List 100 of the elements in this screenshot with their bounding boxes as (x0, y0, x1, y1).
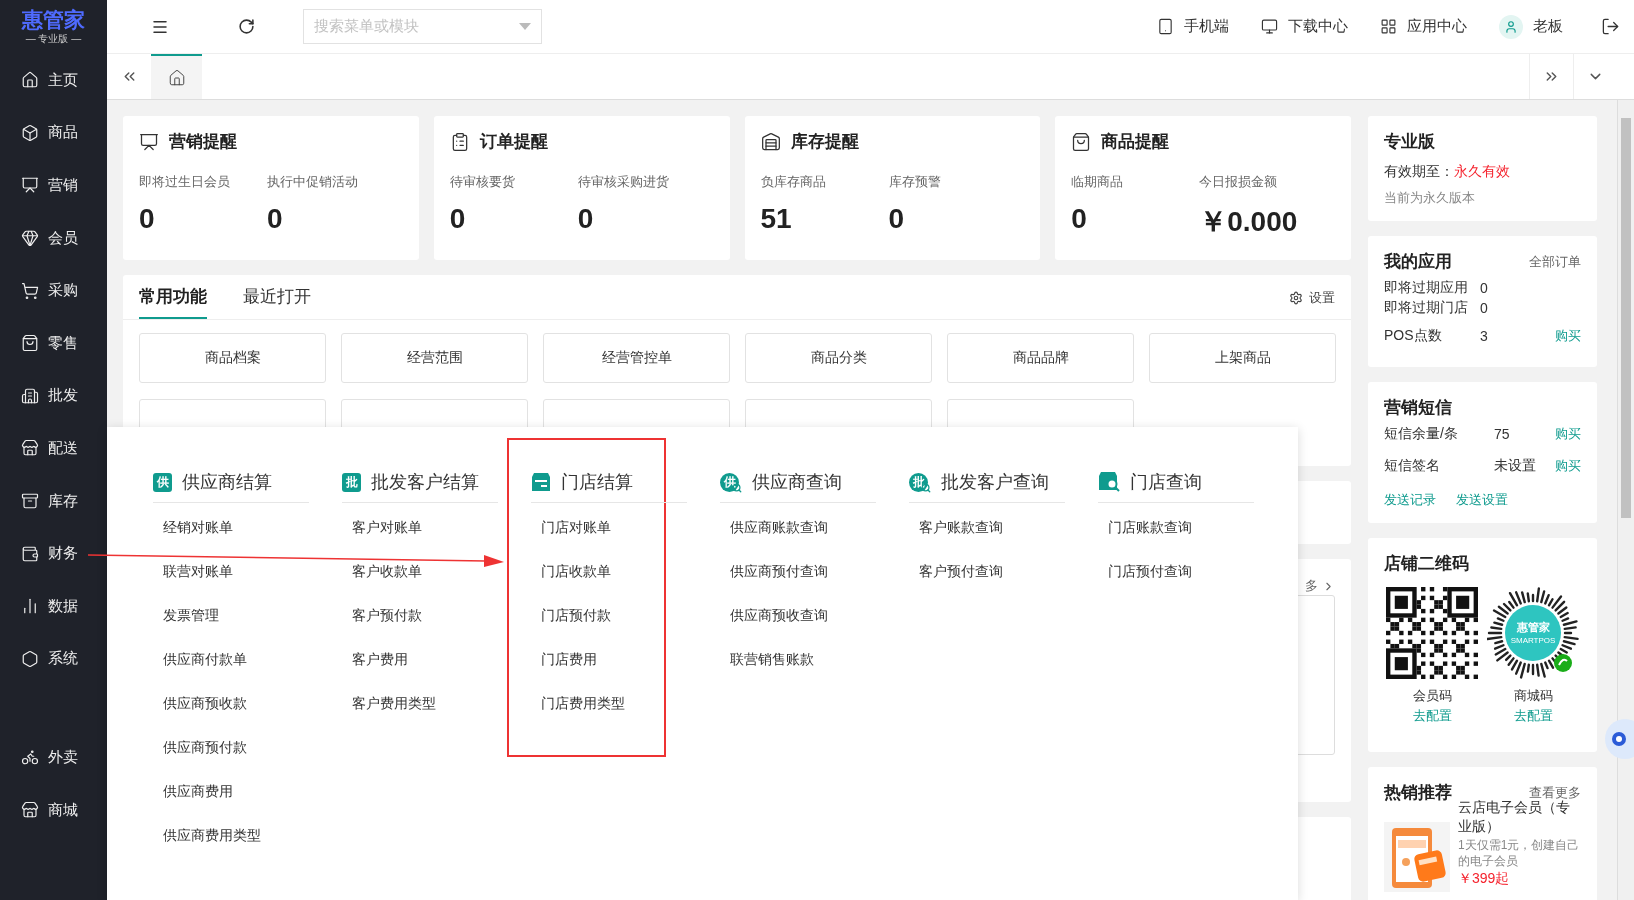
search-badge-icon: 批 (909, 471, 931, 493)
sidebar-item[interactable]: 库存 (0, 474, 107, 528)
link-icon (1157, 18, 1174, 35)
menu-group-title: 批发客户查询 (941, 471, 1049, 494)
stat-value: 0 (267, 203, 284, 235)
menu-item[interactable]: 门店预付款 (531, 594, 664, 638)
menu-group-title: 批发客户结算 (371, 471, 479, 494)
menu-item[interactable]: 门店费用 (531, 638, 664, 682)
code-label: 商城码 (1513, 687, 1553, 705)
shortcut-button[interactable]: 经营范围 (341, 333, 528, 383)
sidebar-item[interactable]: 外卖 (0, 731, 107, 784)
row-value: 75 (1494, 426, 1511, 442)
menu-item-icon (21, 492, 39, 511)
panel-tab[interactable]: 常用功能 (139, 285, 207, 319)
orders-link[interactable]: 全部订单 (1529, 252, 1581, 271)
stat-label: 临期商品 (1071, 173, 1125, 191)
card-icon (760, 131, 781, 152)
menu-item[interactable]: 门店账款查询 (1098, 506, 1231, 550)
configure-link[interactable]: 去配置 (1513, 707, 1553, 725)
product-price: ￥399起 (1458, 870, 1511, 887)
menu-item[interactable]: 客户收款单 (342, 550, 475, 594)
menu-item[interactable]: 发票管理 (153, 594, 286, 638)
stat-value: 0 (139, 203, 156, 235)
menu-item[interactable]: 联营对账单 (153, 550, 286, 594)
stat-label: 待审核采购进货 (577, 173, 670, 191)
code-logo-subtext: SMARTPOS (1509, 636, 1557, 645)
stat-value: 0 (888, 203, 906, 235)
menu-item-icon (21, 649, 39, 668)
header-link[interactable]: 下载中心 (1261, 17, 1348, 36)
shortcut-button[interactable]: 上架商品 (1149, 333, 1336, 383)
sidebar-item[interactable]: 采购 (0, 264, 107, 317)
sms-link[interactable]: 发送记录 (1384, 491, 1436, 509)
shortcut-button[interactable]: 商品档案 (139, 333, 326, 383)
menu-item[interactable]: 供应商费用类型 (153, 814, 286, 858)
header-link[interactable]: 手机端 (1157, 17, 1229, 36)
sidebar-item[interactable]: 零售 (0, 316, 107, 370)
refresh-icon[interactable] (237, 18, 255, 35)
sidebar-item[interactable]: 会员 (0, 211, 107, 265)
sidebar-item[interactable]: 营销 (0, 159, 107, 212)
menu-item[interactable]: 客户预付款 (342, 594, 475, 638)
menu-item[interactable]: 客户账款查询 (909, 506, 1042, 550)
menu-item[interactable]: 门店费用类型 (531, 682, 664, 726)
menu-item-icon (21, 281, 39, 300)
menu-item[interactable]: 客户预付查询 (909, 550, 1042, 594)
panel-tab[interactable]: 最近打开 (243, 285, 311, 319)
assistant-icon[interactable] (1604, 718, 1634, 760)
version-note: 当前为永久版本 (1384, 189, 1476, 207)
menu-item-icon (21, 801, 39, 819)
row-value: 0 (1480, 300, 1489, 316)
menu-item[interactable]: 供应商账款查询 (720, 506, 853, 550)
menu-item[interactable]: 供应商费用 (153, 770, 286, 814)
store-search-icon (1098, 472, 1120, 492)
menu-item-icon (21, 386, 39, 405)
menu-item[interactable]: 经销对账单 (153, 506, 286, 550)
header-link[interactable]: 应用中心 (1380, 17, 1467, 36)
menu-item-icon (21, 748, 39, 767)
menu-item[interactable]: 供应商预付款 (153, 726, 286, 770)
shortcut-button[interactable]: 商品品牌 (947, 333, 1134, 383)
sidebar-item[interactable]: 财务 (0, 527, 107, 580)
buy-link[interactable]: 购买 (1555, 457, 1581, 475)
menu-item[interactable]: 门店对账单 (531, 506, 664, 550)
home-tab[interactable] (151, 54, 202, 99)
more-link[interactable]: 多 (1305, 577, 1335, 595)
sidebar-item[interactable]: 数据 (0, 579, 107, 633)
shortcut-button[interactable]: 经营管控单 (543, 333, 730, 383)
menu-item[interactable]: 客户对账单 (342, 506, 475, 550)
stat-label: 即将过生日会员 (139, 173, 231, 191)
settings-link[interactable]: 设置 (1289, 289, 1335, 319)
sidebar-item[interactable]: 商品 (0, 106, 107, 160)
buy-link[interactable]: 购买 (1555, 327, 1581, 345)
search-badge-icon: 供 (720, 471, 742, 493)
configure-link[interactable]: 去配置 (1412, 707, 1452, 725)
menu-group-title: 门店查询 (1130, 471, 1202, 494)
card-title: 热销推荐 (1384, 782, 1452, 804)
buy-link[interactable]: 购买 (1555, 425, 1581, 443)
sms-link[interactable]: 发送设置 (1456, 491, 1508, 509)
stat-label: 待审核要货 (449, 173, 516, 191)
link-icon (1261, 18, 1278, 35)
menu-item[interactable]: 客户费用 (342, 638, 475, 682)
user-menu[interactable]: 老板 (1499, 14, 1563, 39)
menu-item[interactable]: 供应商预付查询 (720, 550, 853, 594)
menu-item[interactable]: 供应商付款单 (153, 638, 286, 682)
sidebar-item[interactable]: 配送 (0, 422, 107, 475)
shortcut-button[interactable]: 商品分类 (745, 333, 932, 383)
avatar-icon (1499, 14, 1523, 39)
menu-item[interactable]: 门店收款单 (531, 550, 664, 594)
logo-text: 惠管家 (22, 8, 85, 32)
sidebar-item[interactable]: 批发 (0, 369, 107, 423)
code-label: 会员码 (1412, 687, 1452, 705)
menu-item[interactable]: 供应商预收查询 (720, 594, 853, 638)
menu-item[interactable]: 联营销售账款 (720, 638, 853, 682)
sidebar-item[interactable]: 商城 (0, 783, 107, 837)
menu-item[interactable]: 门店预付查询 (1098, 550, 1231, 594)
sidebar-item[interactable]: 系统 (0, 632, 107, 686)
scrollbar[interactable] (1617, 100, 1634, 900)
menu-item[interactable]: 供应商预收款 (153, 682, 286, 726)
menu-item-icon (21, 123, 39, 142)
logout-icon[interactable] (1601, 17, 1620, 36)
menu-item[interactable]: 客户费用类型 (342, 682, 475, 726)
sidebar-item[interactable]: 主页 (0, 54, 107, 107)
